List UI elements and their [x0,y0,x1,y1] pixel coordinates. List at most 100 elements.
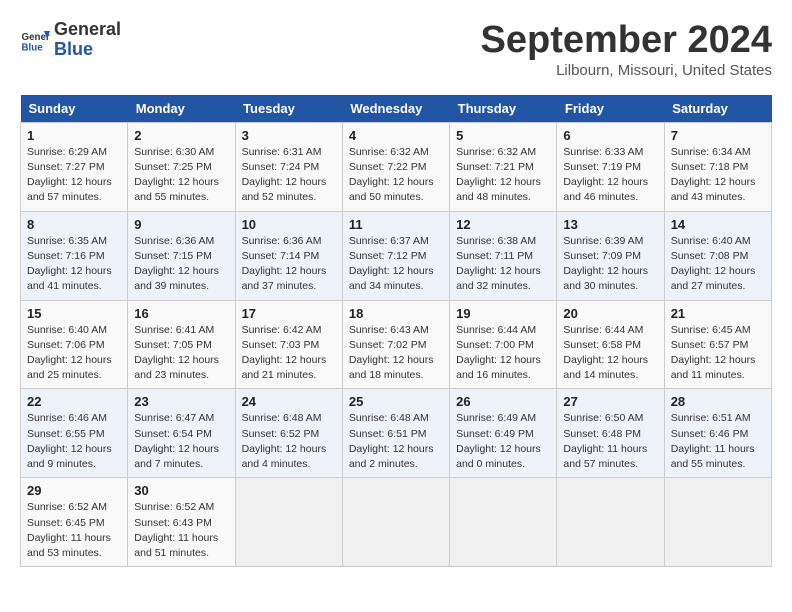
calendar-week-row: 22 Sunrise: 6:46 AM Sunset: 6:55 PM Dayli… [21,389,772,478]
table-row: 29Sunrise: 6:52 AM Sunset: 6:45 PM Dayli… [21,478,128,567]
day-number: 25 [349,394,443,409]
weekday-header-tuesday: Tuesday [235,95,342,123]
day-number: 5 [456,128,550,143]
day-info: Sunrise: 6:30 AM Sunset: 7:25 PM Dayligh… [134,145,228,206]
day-info: Sunrise: 6:45 AM Sunset: 6:57 PM Dayligh… [671,323,765,384]
day-number: 20 [563,306,657,321]
day-info: Sunrise: 6:36 AM Sunset: 7:15 PM Dayligh… [134,234,228,295]
table-row: 11 Sunrise: 6:37 AM Sunset: 7:12 PM Dayli… [342,211,449,300]
table-row [235,478,342,567]
day-number: 15 [27,306,121,321]
table-row: 9 Sunrise: 6:36 AM Sunset: 7:15 PM Daylig… [128,211,235,300]
table-row: 16 Sunrise: 6:41 AM Sunset: 7:05 PM Dayli… [128,300,235,389]
day-number: 21 [671,306,765,321]
day-number: 28 [671,394,765,409]
table-row: 12 Sunrise: 6:38 AM Sunset: 7:11 PM Dayli… [450,211,557,300]
table-row: 30Sunrise: 6:52 AM Sunset: 6:43 PM Dayli… [128,478,235,567]
table-row: 17 Sunrise: 6:42 AM Sunset: 7:03 PM Dayli… [235,300,342,389]
logo: General Blue General Blue [20,20,121,60]
day-info: Sunrise: 6:36 AM Sunset: 7:14 PM Dayligh… [242,234,336,295]
day-info: Sunrise: 6:43 AM Sunset: 7:02 PM Dayligh… [349,323,443,384]
day-number: 27 [563,394,657,409]
table-row [450,478,557,567]
day-info: Sunrise: 6:37 AM Sunset: 7:12 PM Dayligh… [349,234,443,295]
day-number: 23 [134,394,228,409]
table-row: 21 Sunrise: 6:45 AM Sunset: 6:57 PM Dayli… [664,300,771,389]
table-row: 13 Sunrise: 6:39 AM Sunset: 7:09 PM Dayli… [557,211,664,300]
day-number: 24 [242,394,336,409]
day-info: Sunrise: 6:48 AM Sunset: 6:51 PM Dayligh… [349,411,443,472]
month-title: September 2024 [481,20,773,62]
day-info: Sunrise: 6:44 AM Sunset: 6:58 PM Dayligh… [563,323,657,384]
table-row: 18 Sunrise: 6:43 AM Sunset: 7:02 PM Dayli… [342,300,449,389]
day-number: 6 [563,128,657,143]
day-info: Sunrise: 6:29 AM Sunset: 7:27 PM Dayligh… [27,145,121,206]
day-info: Sunrise: 6:34 AM Sunset: 7:18 PM Dayligh… [671,145,765,206]
day-number: 22 [27,394,121,409]
day-number: 17 [242,306,336,321]
location-title: Lilbourn, Missouri, United States [481,62,773,79]
logo-icon: General Blue [20,25,50,55]
table-row: 19 Sunrise: 6:44 AM Sunset: 7:00 PM Dayli… [450,300,557,389]
day-info: Sunrise: 6:46 AM Sunset: 6:55 PM Dayligh… [27,411,121,472]
table-row: 10 Sunrise: 6:36 AM Sunset: 7:14 PM Dayli… [235,211,342,300]
day-info: Sunrise: 6:51 AM Sunset: 6:46 PM Dayligh… [671,411,765,472]
day-info: Sunrise: 6:42 AM Sunset: 7:03 PM Dayligh… [242,323,336,384]
day-number: 30 [134,483,228,498]
day-info: Sunrise: 6:40 AM Sunset: 7:08 PM Dayligh… [671,234,765,295]
day-number: 16 [134,306,228,321]
weekday-header-wednesday: Wednesday [342,95,449,123]
table-row [664,478,771,567]
table-row: 2 Sunrise: 6:30 AM Sunset: 7:25 PM Daylig… [128,122,235,211]
table-row: 7 Sunrise: 6:34 AM Sunset: 7:18 PM Daylig… [664,122,771,211]
day-info: Sunrise: 6:49 AM Sunset: 6:49 PM Dayligh… [456,411,550,472]
weekday-header-sunday: Sunday [21,95,128,123]
calendar-week-row: 15Sunrise: 6:40 AM Sunset: 7:06 PM Dayli… [21,300,772,389]
table-row: 4Sunrise: 6:32 AM Sunset: 7:22 PM Daylig… [342,122,449,211]
day-number: 26 [456,394,550,409]
day-info: Sunrise: 6:33 AM Sunset: 7:19 PM Dayligh… [563,145,657,206]
table-row: 3Sunrise: 6:31 AM Sunset: 7:24 PM Daylig… [235,122,342,211]
table-row [342,478,449,567]
day-number: 10 [242,217,336,232]
calendar-week-row: 29Sunrise: 6:52 AM Sunset: 6:45 PM Dayli… [21,478,772,567]
table-row: 27 Sunrise: 6:50 AM Sunset: 6:48 PM Dayli… [557,389,664,478]
day-info: Sunrise: 6:35 AM Sunset: 7:16 PM Dayligh… [27,234,121,295]
table-row: 20 Sunrise: 6:44 AM Sunset: 6:58 PM Dayli… [557,300,664,389]
weekday-header-monday: Monday [128,95,235,123]
svg-text:Blue: Blue [22,42,44,53]
day-info: Sunrise: 6:44 AM Sunset: 7:00 PM Dayligh… [456,323,550,384]
table-row: 25 Sunrise: 6:48 AM Sunset: 6:51 PM Dayli… [342,389,449,478]
day-number: 1 [27,128,121,143]
table-row: 22 Sunrise: 6:46 AM Sunset: 6:55 PM Dayli… [21,389,128,478]
calendar-week-row: 8 Sunrise: 6:35 AM Sunset: 7:16 PM Daylig… [21,211,772,300]
day-number: 7 [671,128,765,143]
day-info: Sunrise: 6:48 AM Sunset: 6:52 PM Dayligh… [242,411,336,472]
table-row: 8 Sunrise: 6:35 AM Sunset: 7:16 PM Daylig… [21,211,128,300]
day-number: 14 [671,217,765,232]
table-row: 14 Sunrise: 6:40 AM Sunset: 7:08 PM Dayli… [664,211,771,300]
day-number: 19 [456,306,550,321]
table-row: 23Sunrise: 6:47 AM Sunset: 6:54 PM Dayli… [128,389,235,478]
day-info: Sunrise: 6:38 AM Sunset: 7:11 PM Dayligh… [456,234,550,295]
day-info: Sunrise: 6:50 AM Sunset: 6:48 PM Dayligh… [563,411,657,472]
day-number: 8 [27,217,121,232]
day-info: Sunrise: 6:39 AM Sunset: 7:09 PM Dayligh… [563,234,657,295]
day-info: Sunrise: 6:41 AM Sunset: 7:05 PM Dayligh… [134,323,228,384]
table-row: 26 Sunrise: 6:49 AM Sunset: 6:49 PM Dayli… [450,389,557,478]
logo-text: General Blue [54,20,121,60]
day-info: Sunrise: 6:52 AM Sunset: 6:45 PM Dayligh… [27,500,121,561]
weekday-header-thursday: Thursday [450,95,557,123]
table-row: 28 Sunrise: 6:51 AM Sunset: 6:46 PM Dayli… [664,389,771,478]
table-row: 15Sunrise: 6:40 AM Sunset: 7:06 PM Dayli… [21,300,128,389]
day-info: Sunrise: 6:32 AM Sunset: 7:22 PM Dayligh… [349,145,443,206]
day-info: Sunrise: 6:32 AM Sunset: 7:21 PM Dayligh… [456,145,550,206]
weekday-header-saturday: Saturday [664,95,771,123]
day-number: 13 [563,217,657,232]
weekday-header-row: SundayMondayTuesdayWednesdayThursdayFrid… [21,95,772,123]
day-number: 2 [134,128,228,143]
day-number: 18 [349,306,443,321]
day-number: 12 [456,217,550,232]
day-number: 11 [349,217,443,232]
day-number: 9 [134,217,228,232]
